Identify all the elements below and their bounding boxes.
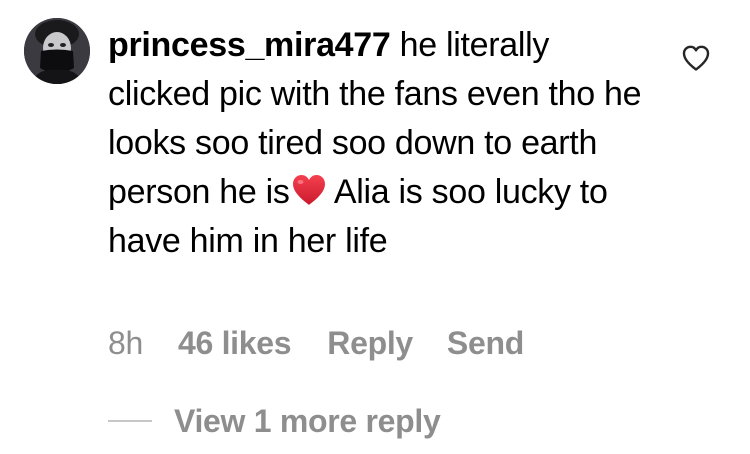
comment-actions: 8h 46 likes Reply Send xyxy=(108,323,524,363)
comment-username[interactable]: princess_mira477 xyxy=(108,26,391,64)
reply-button[interactable]: Reply xyxy=(327,325,413,362)
avatar[interactable] xyxy=(24,18,90,84)
like-button[interactable] xyxy=(681,44,711,72)
comment-thread: princess_mira477 he literally clicked pi… xyxy=(0,0,750,454)
view-more-replies-button[interactable]: View 1 more reply xyxy=(108,401,441,441)
red-heart-emoji-icon xyxy=(291,174,327,206)
comment-text: princess_mira477 he literally clicked pi… xyxy=(108,21,648,266)
heart-outline-icon xyxy=(682,45,710,71)
comment-timestamp: 8h xyxy=(108,324,143,361)
send-button[interactable]: Send xyxy=(447,325,524,362)
likes-count-link[interactable]: 46 likes xyxy=(178,325,292,362)
view-more-replies-label: View 1 more reply xyxy=(174,402,441,439)
avatar-image xyxy=(24,18,90,84)
replies-divider xyxy=(108,420,152,422)
